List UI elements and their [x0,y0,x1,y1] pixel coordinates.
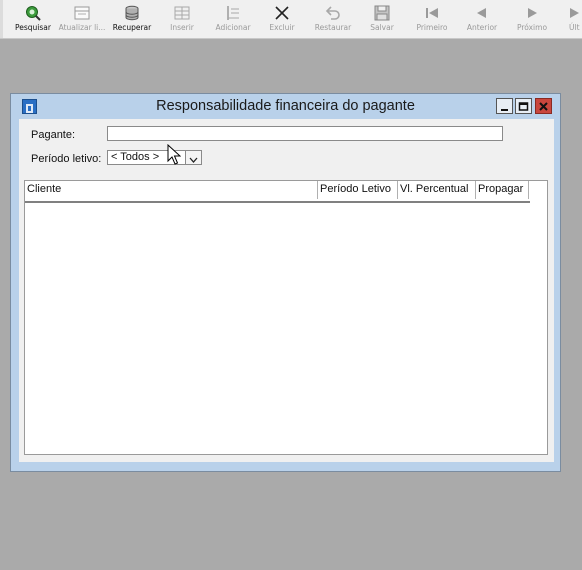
column-header-periodo-letivo[interactable]: Período Letivo [318,181,398,199]
minimize-button[interactable] [496,98,513,114]
window-title: Responsabilidade financeira do pagante [156,98,415,114]
restore-button-label: Restaurar [314,23,352,32]
search-button[interactable]: Pesquisar [8,0,58,36]
last-record-button-label: Últ [569,23,580,32]
responsibility-window: Responsabilidade financeira do pagante P… [10,93,561,472]
next-record-icon [528,8,537,18]
search-button-label: Pesquisar [15,23,51,32]
close-icon [539,102,548,111]
save-button-label: Salvar [370,23,394,32]
periodo-letivo-label: Período letivo: [31,153,102,165]
toolbar: Pesquisar Atualizar li... Recuperar Inse… [0,0,582,39]
toolbar-grip [0,0,3,38]
add-button[interactable]: Adicionar [208,0,258,36]
pagante-input[interactable] [107,126,503,141]
restore-button[interactable]: Restaurar [308,0,358,36]
previous-record-button-label: Anterior [466,23,498,32]
recover-button[interactable]: Recuperar [107,0,157,36]
delete-button[interactable]: Excluir [257,0,307,36]
minimize-icon [501,109,508,111]
column-header-vl-percentual[interactable]: Vl. Percentual [398,181,476,199]
first-record-button[interactable]: Primeiro [407,0,457,36]
next-record-button[interactable]: Próximo [507,0,557,36]
pagante-label: Pagante: [31,129,76,141]
close-button[interactable] [535,98,552,114]
chevron-down-icon [189,157,198,163]
delete-icon [275,6,289,20]
periodo-letivo-select[interactable]: < Todos > [107,150,202,165]
grid-header: Cliente Período Letivo Vl. Percentual Pr… [25,181,530,203]
periodo-letivo-value: < Todos > [111,151,160,163]
refresh-list-button[interactable]: Atualizar li... [57,0,107,36]
maximize-icon [518,102,529,111]
refresh-list-button-label: Atualizar li... [58,23,106,32]
insert-icon [174,6,190,20]
add-button-label: Adicionar [215,23,251,32]
insert-button-label: Inserir [170,23,194,32]
dropdown-button[interactable] [185,151,201,164]
window-titlebar[interactable]: Responsabilidade financeira do pagante [11,94,560,119]
column-header-cliente[interactable]: Cliente [25,181,318,199]
insert-button[interactable]: Inserir [157,0,207,36]
next-record-button-label: Próximo [516,23,548,32]
add-icon [227,6,239,20]
database-icon [125,5,139,21]
save-button[interactable]: Salvar [357,0,407,36]
last-record-button[interactable]: Últ [557,0,582,36]
undo-icon [325,6,340,20]
first-record-icon [426,8,438,18]
recover-button-label: Recuperar [112,23,152,32]
delete-button-label: Excluir [269,23,295,32]
mouse-pointer-icon [167,144,181,165]
save-icon [374,5,390,21]
results-grid[interactable]: Cliente Período Letivo Vl. Percentual Pr… [24,180,548,455]
previous-record-icon [477,8,486,18]
search-icon [26,6,41,21]
previous-record-button[interactable]: Anterior [457,0,507,36]
column-header-propagar[interactable]: Propagar [476,181,529,199]
maximize-button[interactable] [515,98,532,114]
window-client-area: Pagante: Período letivo: < Todos > Clien… [19,119,554,462]
refresh-list-icon [74,6,90,20]
first-record-button-label: Primeiro [416,23,448,32]
last-record-icon [570,8,579,18]
